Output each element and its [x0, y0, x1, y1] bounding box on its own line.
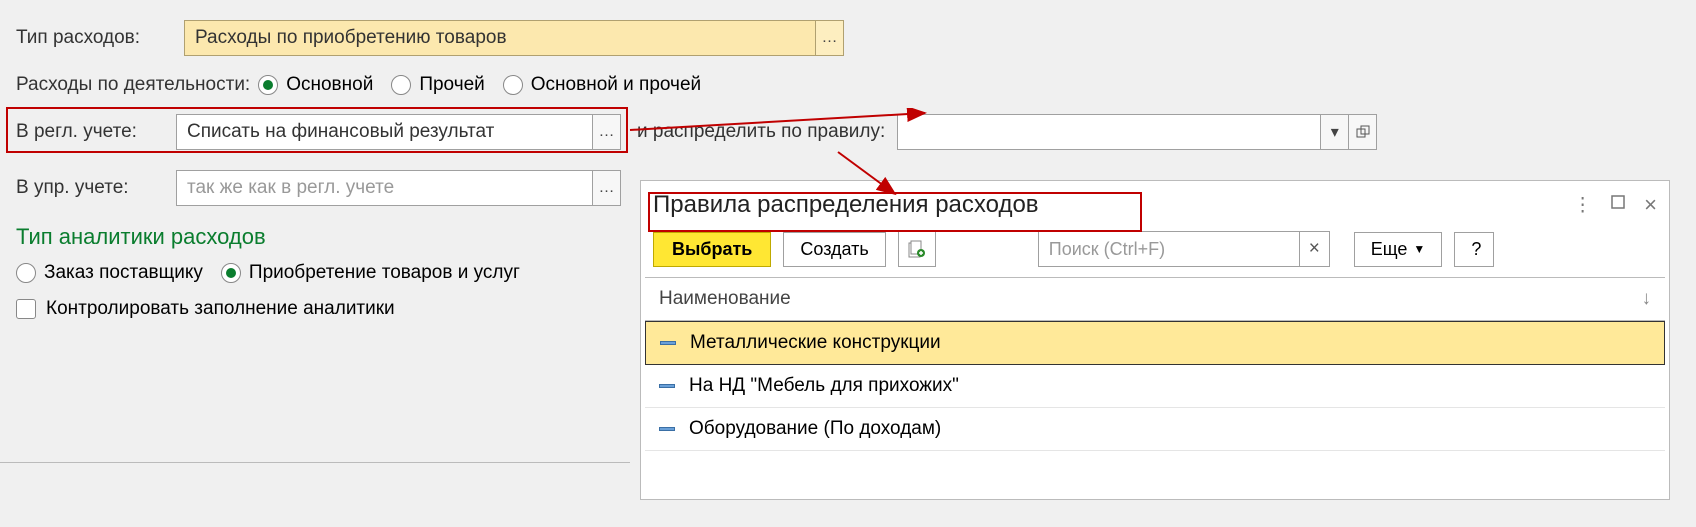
expense-type-input[interactable] [185, 21, 815, 55]
expense-type-field[interactable]: … [184, 20, 844, 56]
more-label: Еще [1371, 239, 1408, 260]
analytics-radio-group: Заказ поставщику Приобретение товаров и … [16, 262, 520, 284]
analytics-radio-purchase[interactable]: Приобретение товаров и услуг [221, 262, 520, 284]
create-button[interactable]: Создать [783, 232, 885, 267]
select-button[interactable]: Выбрать [653, 232, 771, 267]
control-analytics-checkbox[interactable]: Контролировать заполнение аналитики [16, 298, 395, 320]
checkbox-icon [16, 299, 36, 319]
radio-label: Основной [286, 74, 373, 96]
radio-icon [391, 75, 411, 95]
expense-type-label: Тип расходов: [16, 27, 176, 49]
mgmt-field[interactable]: … [176, 170, 621, 206]
rule-open-button[interactable] [1348, 115, 1376, 149]
close-icon[interactable]: × [1644, 192, 1657, 218]
mgmt-ellipsis-button[interactable]: … [592, 171, 620, 205]
radio-icon [503, 75, 523, 95]
regl-input[interactable] [177, 115, 592, 149]
radio-label: Прочей [419, 74, 484, 96]
rules-list: Металлические конструкции На НД "Мебель … [645, 321, 1665, 451]
rule-label: и распределить по правилу: [637, 121, 885, 143]
radio-label: Заказ поставщику [44, 262, 203, 284]
expense-type-ellipsis-button[interactable]: … [815, 21, 843, 55]
rule-field[interactable]: ▾ [897, 114, 1377, 150]
item-icon [660, 341, 676, 345]
list-column-header[interactable]: Наименование ↓ [645, 277, 1665, 321]
radio-icon [258, 75, 278, 95]
sort-icon: ↓ [1642, 288, 1652, 310]
open-icon [1356, 125, 1370, 139]
radio-icon [16, 263, 36, 283]
list-item[interactable]: Металлические конструкции [645, 321, 1665, 365]
list-item[interactable]: На НД "Мебель для прихожих" [645, 365, 1665, 408]
regl-ellipsis-button[interactable]: … [592, 115, 620, 149]
item-label: Оборудование (По доходам) [689, 418, 941, 440]
item-icon [659, 384, 675, 388]
kebab-icon[interactable]: ⋮ [1573, 194, 1592, 217]
item-label: Металлические конструкции [690, 332, 941, 354]
activity-radio-main[interactable]: Основной [258, 74, 373, 96]
activity-radio-other[interactable]: Прочей [391, 74, 484, 96]
search-input[interactable] [1039, 232, 1299, 266]
radio-label: Приобретение товаров и услуг [249, 262, 520, 284]
rules-popup: Правила распределения расходов ⋮ × Выбра… [640, 180, 1670, 500]
rule-input[interactable] [898, 115, 1320, 149]
checkbox-label: Контролировать заполнение аналитики [46, 298, 395, 320]
help-button[interactable]: ? [1454, 232, 1494, 267]
mgmt-label: В упр. учете: [16, 177, 168, 199]
maximize-icon[interactable] [1610, 194, 1626, 216]
radio-label: Основной и прочей [531, 74, 701, 96]
regl-label: В регл. учете: [16, 121, 168, 143]
item-label: На НД "Мебель для прихожих" [689, 375, 959, 397]
column-name-label: Наименование [659, 288, 791, 310]
list-item[interactable]: Оборудование (По доходам) [645, 408, 1665, 451]
more-button[interactable]: Еще ▼ [1354, 232, 1443, 267]
radio-icon [221, 263, 241, 283]
rule-dropdown-button[interactable]: ▾ [1320, 115, 1348, 149]
search-field[interactable]: × [1038, 231, 1330, 267]
activity-label: Расходы по деятельности: [16, 74, 250, 96]
divider [0, 462, 630, 463]
analytics-radio-order[interactable]: Заказ поставщику [16, 262, 203, 284]
activity-radio-group: Основной Прочей Основной и прочей [258, 74, 701, 96]
popup-title: Правила распределения расходов [653, 191, 1039, 219]
copy-icon [908, 240, 926, 258]
regl-field[interactable]: … [176, 114, 621, 150]
search-clear-button[interactable]: × [1299, 232, 1329, 266]
copy-button[interactable] [898, 231, 936, 267]
item-icon [659, 427, 675, 431]
chevron-down-icon: ▼ [1413, 242, 1425, 256]
mgmt-input[interactable] [177, 171, 592, 205]
activity-radio-both[interactable]: Основной и прочей [503, 74, 701, 96]
